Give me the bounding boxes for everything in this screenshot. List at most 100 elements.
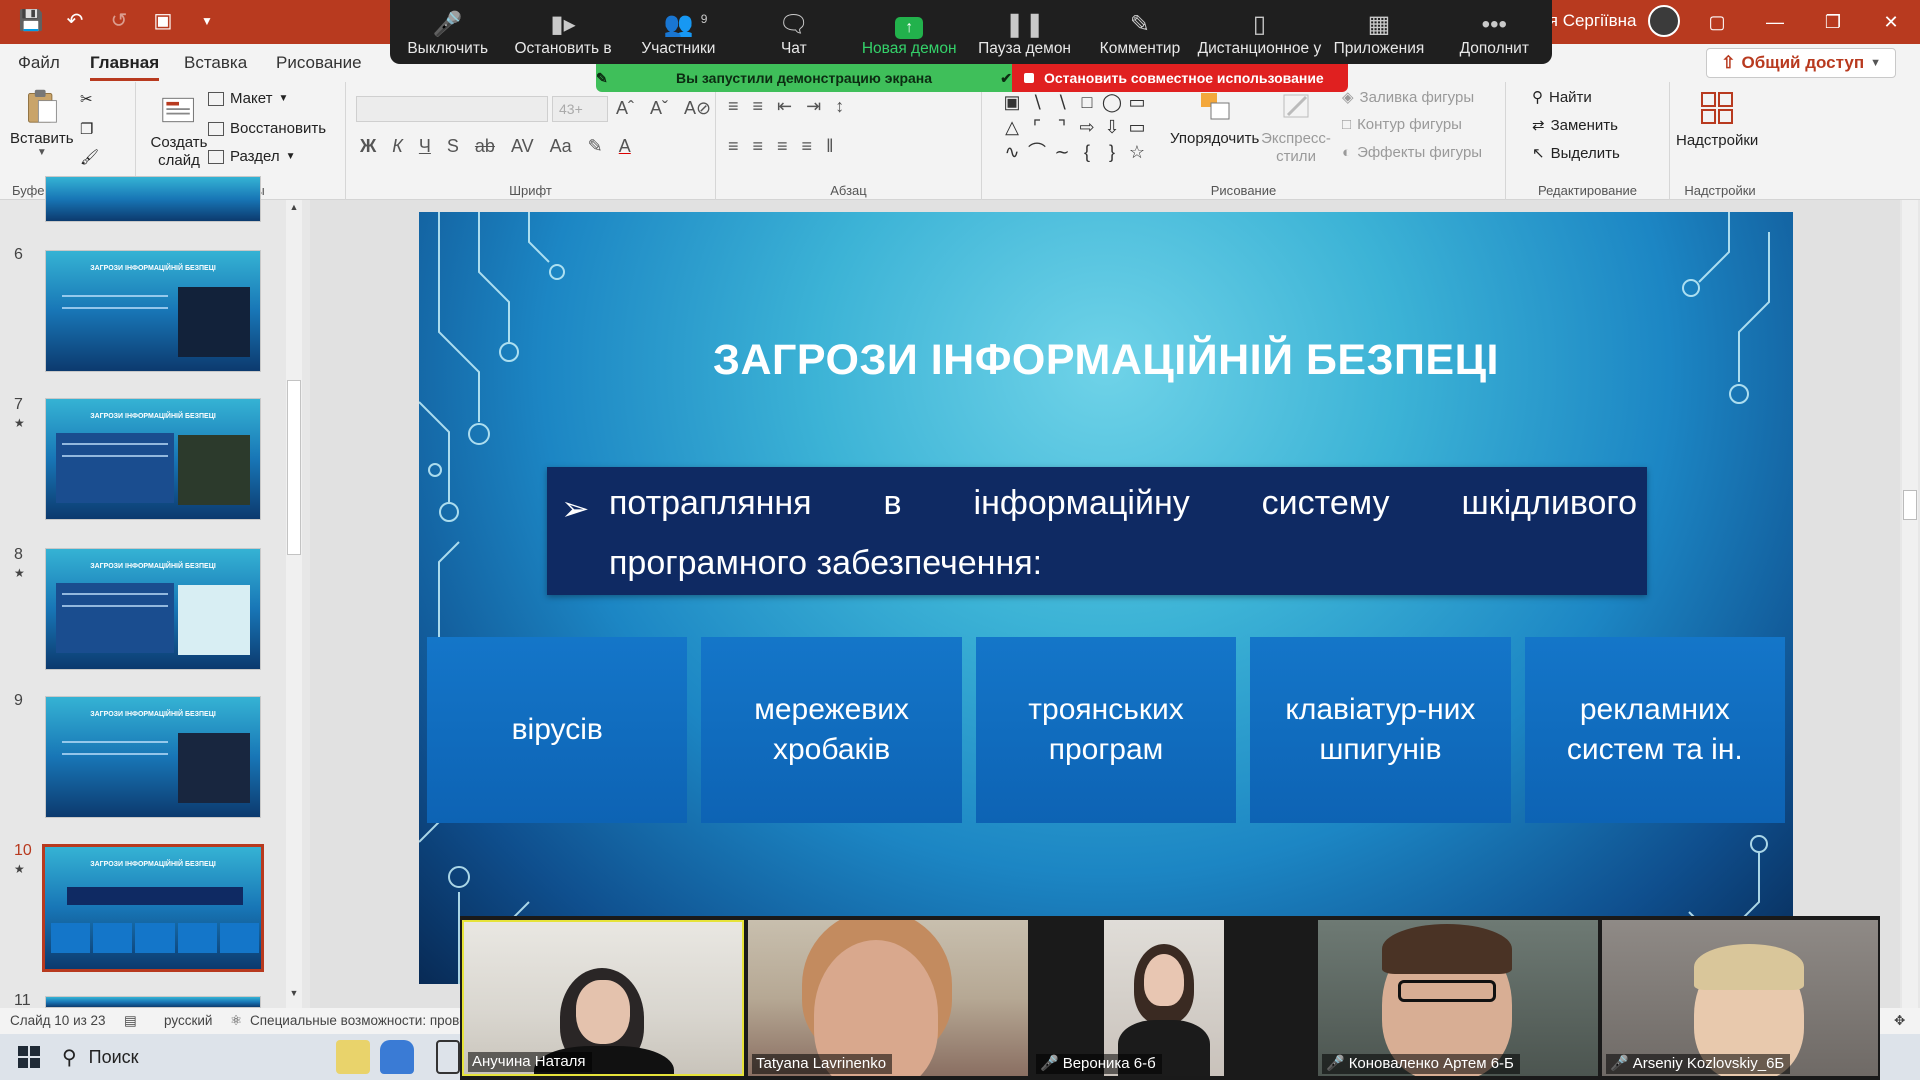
current-slide[interactable]: ЗАГРОЗИ ІНФОРМАЦІЙНІЙ БЕЗПЕЦІ ➢ потрапля… [419,212,1793,984]
rect-shape-icon[interactable]: ▭ [1125,90,1149,114]
editor-scrollbar[interactable] [1902,200,1918,1008]
star-shape-icon[interactable]: ☆ [1125,140,1149,164]
more-button[interactable]: ••• Дополнит [1437,0,1552,64]
tab-file[interactable]: Файл [18,53,60,73]
notes-icon[interactable]: ▤ [124,1013,137,1029]
slide-thumbnail-6[interactable]: ЗАГРОЗИ ІНФОРМАЦІЙНІЙ БЕЗПЕЦІ [45,250,261,372]
minimize-icon[interactable]: — [1746,0,1804,44]
slide-thumbnail-5[interactable] [45,176,261,222]
copy-icon[interactable]: ❐ [80,120,93,138]
justify-icon[interactable]: ≡ [802,136,813,157]
numbering-icon[interactable]: ≡ [753,96,764,117]
case-icon[interactable]: Aa [550,136,572,157]
save-icon[interactable]: 💾 [18,8,44,33]
shadow-icon[interactable]: S [447,136,459,157]
video-tile[interactable]: 🎤 Коноваленко Артем 6-Б [1318,920,1598,1076]
format-painter-icon[interactable]: 🖌 [80,148,99,166]
cut-icon[interactable]: ✂ [80,90,93,108]
highlight-icon[interactable]: ✎ [588,136,603,157]
threat-box[interactable]: клавіатур-них шпигунів [1250,637,1511,823]
curve-shape-icon[interactable]: ∿ [1000,140,1024,164]
shapes-gallery[interactable]: ▣ ∖ ∖ □ ◯ ▭ △ ⌜ ⌝ ⇨ ⇩ ▭ ∿ ⌒ ∼{} ☆ [1000,90,1152,166]
bullet-textbox[interactable]: ➢ потрапляння в інформаційну систему шкі… [547,467,1647,595]
tab-home[interactable]: Главная [90,53,160,81]
arrange-button[interactable]: Упорядочить [1170,88,1259,147]
threat-box[interactable]: рекламних систем та ін. [1524,637,1786,823]
paste-button[interactable]: Вставить ▼ [10,88,74,158]
underline-icon[interactable]: Ч [419,136,431,157]
pause-share-button[interactable]: ❚❚ Пауза демон [967,0,1082,64]
video-tile[interactable]: Анучина Наталя [462,920,744,1076]
annotate-button[interactable]: ✎ Комментир [1082,0,1197,64]
participants-button[interactable]: 👥 9 Участники [621,0,736,64]
callout-shape-icon[interactable]: ▭ [1125,115,1149,139]
threat-box[interactable]: вірусів [427,637,688,823]
font-family-input[interactable] [356,96,548,122]
section-button[interactable]: Раздел ▼ [208,148,295,165]
rect-shape-icon[interactable]: □ [1075,90,1099,114]
reset-button[interactable]: Восстановить [208,120,326,137]
find-button[interactable]: ⚲ Найти [1532,88,1592,107]
scroll-down-icon[interactable]: ▼ [287,988,301,1004]
shape-effects-button[interactable]: ◐ Эффекты фигуры [1342,144,1482,161]
slide-counter[interactable]: Слайд 10 из 23 [10,1013,106,1028]
scrollbar-thumb[interactable] [287,380,301,555]
avatar[interactable] [1648,5,1680,37]
connector-shape-icon[interactable]: ⌝ [1050,115,1074,139]
align-center-icon[interactable]: ≡ [753,136,764,157]
brace-shape-icon[interactable]: } [1100,140,1124,164]
select-button[interactable]: ↖ Выделить [1532,144,1620,163]
ribbon-display-icon[interactable]: ▢ [1688,0,1746,44]
restore-icon[interactable]: ❐ [1804,0,1862,44]
threat-box[interactable]: мережевих хробаків [701,637,962,823]
textbox-shape-icon[interactable]: ▣ [1000,90,1024,114]
apps-button[interactable]: ▦ Приложения [1321,0,1436,64]
undo-icon[interactable]: ↶ [62,8,88,33]
scrollbar-thumb[interactable] [1903,490,1917,520]
font-size-input[interactable]: 43+ [552,96,608,122]
clear-format-icon[interactable]: A⊘ [684,98,711,119]
language-indicator[interactable]: русский [164,1013,212,1028]
tab-insert[interactable]: Вставка [184,53,247,73]
customize-qat-icon[interactable]: ▼ [194,8,220,33]
account-name[interactable]: ія Сергіївна [1545,11,1636,31]
brace-shape-icon[interactable]: { [1075,140,1099,164]
shape-outline-button[interactable]: □ Контур фигуры [1342,116,1462,133]
tab-draw[interactable]: Рисование [276,53,362,73]
bold-icon[interactable]: Ж [360,136,376,157]
present-icon[interactable]: ▣ [150,8,176,33]
close-icon[interactable]: ✕ [1862,0,1920,44]
slide-thumbnail-9[interactable]: ЗАГРОЗИ ІНФОРМАЦІЙНІЙ БЕЗПЕЦІ [45,696,261,818]
windows-start-icon[interactable] [18,1046,40,1068]
font-color-icon[interactable]: A [619,136,631,157]
line-shape-icon[interactable]: ∖ [1025,90,1049,114]
grow-font-icon[interactable]: Aˆ [616,98,634,119]
taskbar-search[interactable]: ⚲ Поиск [62,1042,322,1072]
slide-title[interactable]: ЗАГРОЗИ ІНФОРМАЦІЙНІЙ БЕЗПЕЦІ [419,336,1793,385]
new-share-button[interactable]: ↑ Новая демон [852,0,967,64]
decrease-indent-icon[interactable]: ⇤ [777,96,792,117]
quick-styles-button[interactable]: Экспресс-стили [1261,88,1331,166]
arrow-shape-icon[interactable]: ⇨ [1075,115,1099,139]
columns-icon[interactable]: ‖ [826,136,833,157]
down-arrow-shape-icon[interactable]: ⇩ [1100,115,1124,139]
line-spacing-icon[interactable]: ↕ [835,96,844,117]
triangle-shape-icon[interactable]: △ [1000,115,1024,139]
video-tile[interactable]: Tatyana Lavrinenko [748,920,1028,1076]
new-slide-button[interactable]: Создать слайд [144,92,214,170]
remote-control-button[interactable]: ▯ Дистанционное у [1198,0,1322,64]
accessibility-status[interactable]: Специальные возможности: прове [250,1013,467,1028]
connector-shape-icon[interactable]: ⌜ [1025,115,1049,139]
stop-share-button[interactable]: Остановить совместное использование [1012,64,1348,92]
slide-thumbnail-7[interactable]: ЗАГРОЗИ ІНФОРМАЦІЙНІЙ БЕЗПЕЦІ [45,398,261,520]
share-button[interactable]: ⇧ Общий доступ ▼ [1706,48,1896,78]
video-tile[interactable]: 🎤 Arseniy Kozlovskiy_6Б [1602,920,1878,1076]
curve-shape-icon[interactable]: ∼ [1050,140,1074,164]
arc-shape-icon[interactable]: ⌒ [1025,140,1049,164]
mute-button[interactable]: 🎤 Выключить [390,0,505,64]
spacing-icon[interactable]: AV [511,136,534,157]
scroll-up-icon[interactable]: ▲ [287,202,301,218]
oval-shape-icon[interactable]: ◯ [1100,90,1124,114]
stop-video-button[interactable]: ▮▸ Остановить в [505,0,620,64]
align-left-icon[interactable]: ≡ [728,136,739,157]
